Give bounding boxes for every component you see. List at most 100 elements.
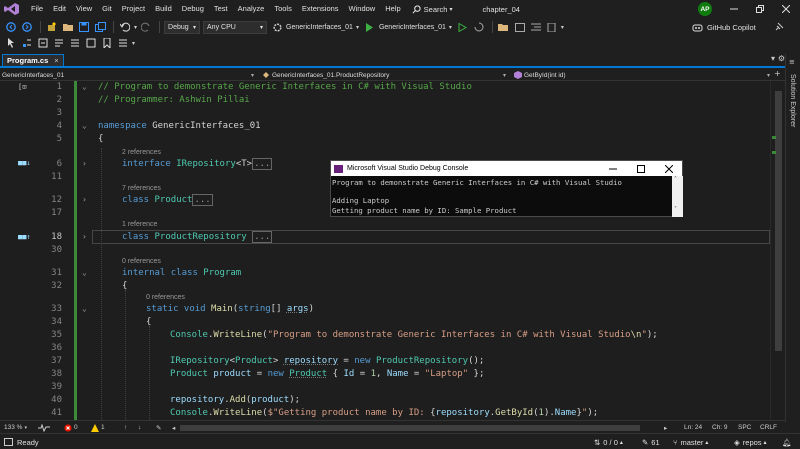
chevron-down-icon[interactable]: ▾ <box>449 24 452 31</box>
console-title-bar[interactable]: Microsoft Visual Studio Debug Console <box>331 161 682 176</box>
notifications-icon[interactable]: ≡ <box>789 58 795 66</box>
console-maximize-button[interactable] <box>629 161 653 176</box>
menu-project[interactable]: Project <box>117 0 150 18</box>
collapse-icon[interactable]: ⌄ <box>82 82 87 91</box>
collapsed-region[interactable]: ... <box>252 158 273 170</box>
codelens-references[interactable]: 2 references <box>122 149 161 156</box>
split-icon[interactable]: + <box>774 69 781 78</box>
notifications-bell-icon[interactable]: 🔔︎ <box>782 434 792 449</box>
code-line[interactable]: namespace GenericInterfaces_01 <box>98 121 261 131</box>
codelens-references[interactable]: 0 references <box>122 258 161 265</box>
code-line[interactable]: IRepository<Product> repository = new Pr… <box>170 356 484 366</box>
solution-explorer-tab[interactable]: Solution Explorer <box>789 74 796 127</box>
code-line[interactable]: static void Main(string[] args) <box>146 304 314 314</box>
expand-icon[interactable]: › <box>82 232 87 241</box>
restore-button[interactable] <box>748 0 772 18</box>
git-changes-indicator[interactable]: ⇅ 0 / 0 ▴ <box>594 434 623 449</box>
solution-configuration-select[interactable]: Debug ▾ <box>164 20 201 34</box>
code-line[interactable]: internal class Program <box>122 268 241 278</box>
menu-extensions[interactable]: Extensions <box>297 0 344 18</box>
menu-git[interactable]: Git <box>97 0 117 18</box>
codelens-references[interactable]: 0 references <box>146 294 185 301</box>
start-debugging-button[interactable] <box>363 20 377 34</box>
navigate-forward-button[interactable] <box>20 20 34 34</box>
implements-icon[interactable]: ■■↑ <box>18 233 31 241</box>
search-button[interactable]: Search ▾ <box>412 5 452 14</box>
code-line[interactable]: interface IRepository<T>... <box>122 158 273 170</box>
github-copilot-button[interactable]: GitHub Copilot <box>692 18 756 36</box>
scroll-up-icon[interactable]: ˄ <box>674 176 677 183</box>
toggle-bookmark-icon[interactable] <box>100 36 114 50</box>
code-line[interactable]: // Program to demonstrate Generic Interf… <box>98 82 472 92</box>
format-button[interactable] <box>529 20 543 34</box>
startup-project-select[interactable]: GenericInterfaces_01 <box>286 24 353 31</box>
code-line[interactable]: class Product... <box>122 194 213 206</box>
undo-button[interactable] <box>118 20 132 34</box>
menu-build[interactable]: Build <box>150 0 177 18</box>
console-output[interactable]: Program to demonstrate Generic Interface… <box>331 176 671 217</box>
pending-changes-indicator[interactable]: ✎ 61 <box>642 434 660 449</box>
toolbar-overflow-icon[interactable]: ▾ <box>561 24 564 31</box>
redo-button[interactable] <box>139 20 153 34</box>
code-line[interactable]: Console.WriteLine($"Getting product name… <box>170 408 598 418</box>
scrollbar-thumb[interactable] <box>775 91 782 351</box>
browse-button[interactable] <box>497 20 511 34</box>
scroll-down-icon[interactable]: ˅ <box>674 206 677 213</box>
comment-out-icon[interactable] <box>68 36 82 50</box>
code-line[interactable]: Product product = new Product { Id = 1, … <box>170 369 484 379</box>
menu-test[interactable]: Test <box>209 0 233 18</box>
type-dropdown[interactable]: GenericInterfaces_01.ProductRepository ▾ <box>262 70 506 80</box>
close-tab-icon[interactable]: × <box>54 56 58 65</box>
collapse-icon[interactable]: ⌄ <box>82 304 87 313</box>
tab-overflow-icon[interactable]: ▾ <box>771 54 775 63</box>
run-target-label[interactable]: GenericInterfaces_01 <box>379 24 446 31</box>
navigate-back-button[interactable] <box>4 20 18 34</box>
menu-debug[interactable]: Debug <box>177 0 209 18</box>
implemented-by-icon[interactable]: ■■↓ <box>18 159 31 167</box>
minimize-button[interactable] <box>722 0 746 18</box>
quick-info-icon[interactable] <box>52 36 66 50</box>
menu-file[interactable]: File <box>26 0 48 18</box>
code-line[interactable]: { <box>146 317 151 327</box>
hot-reload-button[interactable] <box>472 20 486 34</box>
toolbar-overflow-icon[interactable]: ▾ <box>132 40 135 47</box>
editor-vertical-scrollbar[interactable] <box>770 81 785 420</box>
member-list-icon[interactable] <box>20 36 34 50</box>
undo-dropdown-icon[interactable]: ▾ <box>134 24 137 31</box>
collapsed-region[interactable]: ... <box>192 194 213 206</box>
code-line[interactable]: Console.WriteLine("Program to demonstrat… <box>170 330 658 340</box>
repository-selector[interactable]: ◈ repos ▴ <box>734 434 767 449</box>
menu-edit[interactable]: Edit <box>48 0 71 18</box>
save-all-button[interactable] <box>93 20 107 34</box>
scrollbar-thumb[interactable] <box>180 424 640 431</box>
menu-tools[interactable]: Tools <box>269 0 297 18</box>
debug-console-window[interactable]: Microsoft Visual Studio Debug Console Pr… <box>330 160 683 217</box>
account-avatar[interactable]: AP <box>698 2 712 16</box>
expand-icon[interactable]: › <box>82 195 87 204</box>
tab-settings-icon[interactable]: ⚙ <box>778 54 785 63</box>
console-close-button[interactable] <box>657 161 681 176</box>
new-project-button[interactable] <box>45 20 59 34</box>
refresh-button[interactable] <box>513 20 527 34</box>
code-line[interactable]: class ProductRepository ... <box>122 231 273 243</box>
code-editor[interactable]: [⊡ ■■↓ ■■↑ 1 2 3 4 5 6 11 12 17 18 30 31… <box>0 81 785 420</box>
menu-analyze[interactable]: Analyze <box>233 0 270 18</box>
codelens-references[interactable]: 7 references <box>122 185 161 192</box>
branch-selector[interactable]: ⑂ master ▴ <box>673 434 708 449</box>
collapse-icon[interactable]: ⌄ <box>82 268 87 277</box>
member-dropdown[interactable]: GetById(int id) ▾ <box>514 70 770 80</box>
parameter-info-icon[interactable] <box>36 36 50 50</box>
save-button[interactable] <box>77 20 91 34</box>
tab-program-cs[interactable]: Program.cs × <box>2 54 64 66</box>
menu-view[interactable]: View <box>71 0 97 18</box>
open-button[interactable] <box>61 20 75 34</box>
solution-platform-select[interactable]: Any CPU ▾ <box>203 20 268 34</box>
project-dropdown[interactable]: GenericInterfaces_01 ▾ <box>2 70 254 80</box>
close-window-button[interactable] <box>774 0 798 18</box>
start-without-debugging-button[interactable] <box>456 20 470 34</box>
console-minimize-button[interactable] <box>601 161 625 176</box>
code-line[interactable]: // Programmer: Ashwin Pillai <box>98 95 250 105</box>
outdent-icon[interactable] <box>116 36 130 50</box>
code-line[interactable]: { <box>98 134 103 144</box>
collapsed-region[interactable]: ... <box>252 231 273 243</box>
